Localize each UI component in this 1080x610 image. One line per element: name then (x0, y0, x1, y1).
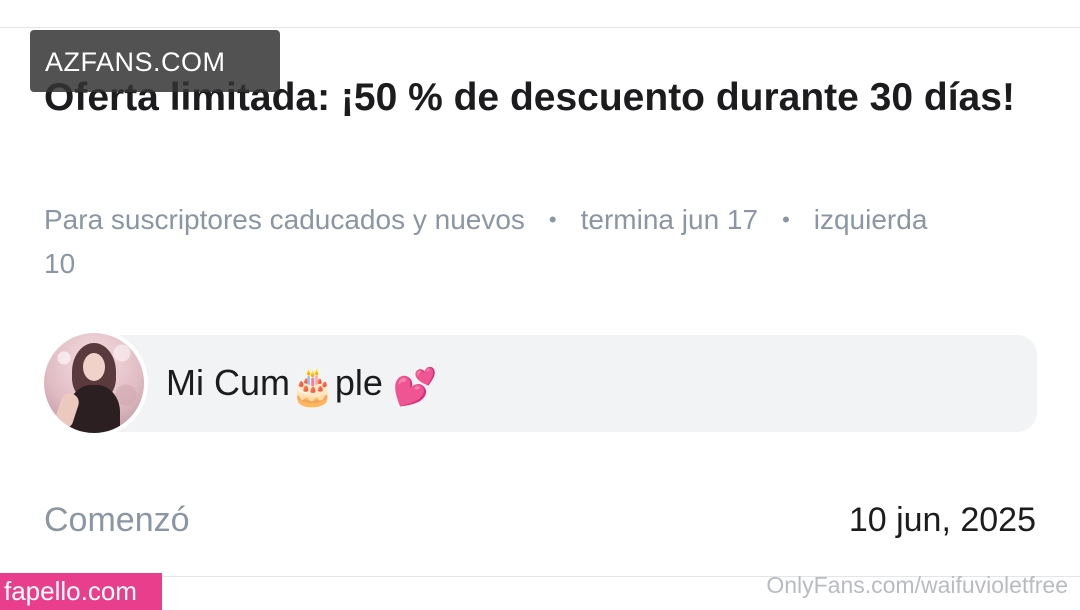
onlyfans-url-watermark: OnlyFans.com/waifuvioletfree (766, 572, 1068, 598)
birthday-cake-icon: 🎂 (290, 366, 335, 407)
message-text: Mi Cum🎂ple 💕 (166, 359, 438, 411)
offer-message: Mi Cum🎂ple 💕 (44, 333, 1037, 433)
two-hearts-icon: 💕 (392, 366, 438, 407)
started-label: Comenzó (44, 501, 190, 539)
offer-end-date: termina jun 17 (580, 204, 759, 235)
started-date: 10 jun, 2025 (848, 501, 1036, 539)
message-text-end: ple (334, 362, 393, 403)
offer-audience: Para suscriptores caducados y nuevos (44, 204, 525, 235)
offer-meta: Para suscriptores caducados y nuevos • ter… (44, 198, 944, 286)
fapello-watermark: fapello.com (0, 573, 162, 610)
creator-avatar[interactable] (44, 333, 144, 433)
meta-separator: • (782, 207, 790, 232)
top-divider (0, 27, 1080, 28)
message-text-start: Mi Cum (166, 362, 290, 403)
meta-separator: • (548, 207, 557, 232)
azfans-watermark: AZFANS.COM (30, 30, 280, 92)
